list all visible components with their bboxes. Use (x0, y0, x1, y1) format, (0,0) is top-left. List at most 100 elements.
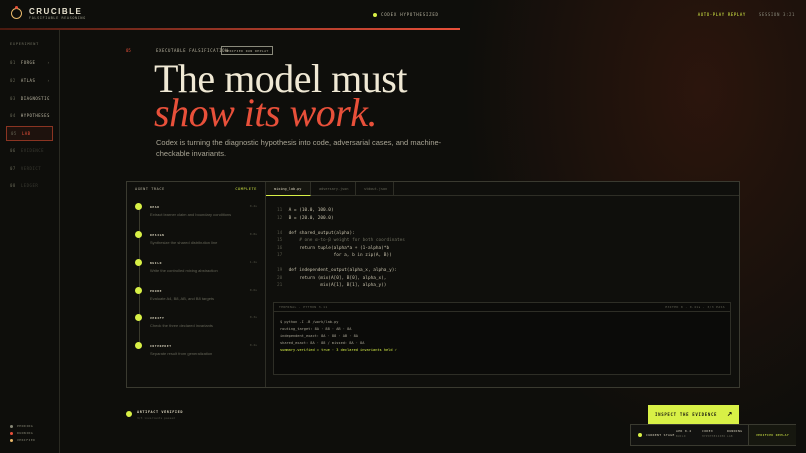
step-check-icon (135, 203, 142, 210)
dock-value: HYPOTHESIZED (702, 435, 726, 438)
trace-heading: AGENT TRACE (135, 187, 165, 191)
artifact-title: ARTIFACT VERIFIED (137, 410, 184, 414)
auto-play-replay-button[interactable]: AUTO-PLAY REPLAY (698, 12, 746, 17)
code-line: 12 B = (20.0, 200.0) (277, 215, 405, 223)
legend-running: RUNNING (10, 431, 33, 435)
terminal-line: shared_exact: 8A · 88 / missed: 8A · 8A (280, 341, 365, 345)
dock-cell: CODEX HYPOTHESIZED (702, 429, 726, 438)
verified-dot-icon (126, 411, 132, 417)
step-desc: Check the three declared invariants (150, 323, 213, 328)
top-right-controls: AUTO-PLAY REPLAY SESSION 3:21 (698, 12, 795, 17)
sidebar-item-ledger[interactable]: 08 LEDGER (6, 179, 53, 193)
code-text: return tuple(alpha*a + (1-alpha)*b (286, 245, 390, 251)
sidebar-item-label: LAB (21, 131, 31, 136)
chevron-right-icon: › (47, 78, 50, 83)
chevron-right-icon: › (47, 96, 50, 101)
cta-label: INSPECT THE EVIDENCE (655, 412, 718, 417)
terminal-status: EXITED 0 · 0.41s · 3/3 PASS (665, 305, 725, 309)
step-check-icon (135, 342, 142, 349)
code-line: 14 def shared_output(alpha): (277, 230, 405, 238)
chevron-right-icon: › (47, 60, 50, 65)
session-clock: SESSION 3:21 (758, 12, 795, 17)
terminal: TERMINAL · PYTHON 3.11 EXITED 0 · 0.41s … (273, 302, 731, 375)
eyebrow: EXECUTABLE FALSIFICATION (156, 48, 229, 53)
progress-line (0, 28, 460, 30)
brand-subtitle: FALSIFIABLE REASONING (29, 16, 86, 20)
line-number: 14 (277, 230, 283, 236)
sidebar-item-diagnostic[interactable]: 03 DIAGNOSTIC › (6, 92, 53, 106)
step-desc: Evaluate A4, B8, AB, and B8 targets (150, 296, 215, 301)
sidebar-item-verdict[interactable]: 07 VERDICT (6, 162, 53, 176)
code-text: # one α-to-β weight for both coordinates (286, 238, 405, 243)
code-editor[interactable]: 11 A = (10.0, 100.0) 12 B = (20.0, 200.0)… (277, 207, 405, 290)
dock-cell: APR 0.4 BUILD (676, 429, 691, 438)
step-meta: 0.8s (249, 232, 257, 236)
step-meta: 0.4s (249, 204, 257, 208)
code-line: 16 return tuple(alpha*a + (1-alpha)*b (277, 245, 405, 253)
line-number: 21 (277, 283, 283, 288)
sidebar-heading: EXPERIMENT (10, 42, 40, 46)
terminal-title: TERMINAL · PYTHON 3.11 (279, 305, 328, 309)
step-meta: 1.2s (249, 260, 257, 264)
step-title: PROBE (150, 289, 163, 293)
step-title: READ (150, 205, 160, 209)
code-text: def independent_output(alpha_x, alpha_y)… (286, 268, 398, 273)
page-title-line2: show its work. (154, 90, 378, 135)
step-title: VERIFY (150, 316, 165, 320)
line-number: 20 (277, 275, 283, 281)
pending-dot-icon (10, 424, 13, 428)
line-number: 17 (277, 253, 283, 258)
sidebar-item-label: LEDGER (20, 183, 39, 188)
sidebar-item-num: 07 (10, 166, 16, 171)
code-text: return (mix(A[0], B[0], alpha_x), (286, 275, 387, 281)
code-text: for a, b in zip(A, B)) (286, 253, 392, 258)
tab-mixing-lab[interactable]: mixing_lab.py (266, 182, 311, 196)
sidebar-item-forge[interactable]: 01 FORGE › (6, 56, 53, 70)
sidebar-item-label: HYPOTHESES (20, 113, 50, 118)
code-line (277, 260, 405, 268)
agent-trace: AGENT TRACE COMPLETE READ Extract learner… (127, 182, 266, 387)
dock-label: CURRENT STAGE (646, 433, 675, 437)
step-title: BUILD (150, 261, 163, 265)
legend-pending: PENDING (10, 424, 33, 428)
trace-connector (139, 208, 140, 348)
tab-adversary[interactable]: adversary.json (311, 182, 356, 196)
editor-tabs: mixing_lab.py adversary.json stdout.json (266, 182, 739, 196)
terminal-line: $ python -I -B /work/lab.py (280, 320, 339, 324)
code-text: mix(A[1], B[1], alpha_y)) (286, 283, 387, 288)
sidebar-item-num: 04 (10, 113, 16, 118)
stage-number: 05 (126, 48, 131, 53)
verified-replay-button[interactable]: VERIFIED REPLAY (748, 425, 796, 445)
dock-current-stage: CURRENT STAGE (638, 433, 675, 437)
step-title: INTERPRET (150, 344, 172, 348)
sidebar-item-hypotheses[interactable]: 04 HYPOTHESES › (6, 109, 53, 123)
sidebar-item-num: 01 (10, 60, 16, 65)
code-line: 20 return (mix(A[0], B[0], alpha_x), (277, 275, 405, 283)
sidebar-item-label: FORGE (20, 60, 36, 65)
sidebar-item-num: 05 (11, 131, 17, 136)
artifact-subtitle: 3/3 invariants passed (137, 416, 175, 420)
sidebar: EXPERIMENT 01 FORGE › 02 ATLAS › 03 DIAGNOSTI… (0, 30, 60, 453)
status-dock: CURRENT STAGE APR 0.4 BUILD CODEX HYPOTHES… (630, 424, 796, 446)
sidebar-item-lab[interactable]: 05 LAB (6, 126, 53, 141)
running-dot-icon (10, 431, 13, 435)
line-number: 11 (277, 208, 283, 213)
lab-panel: AGENT TRACE COMPLETE READ Extract learner… (126, 181, 740, 388)
inspect-evidence-button[interactable]: INSPECT THE EVIDENCE ↗ (648, 405, 739, 424)
sidebar-item-evidence[interactable]: 06 EVIDENCE (6, 144, 53, 158)
line-number: 19 (277, 268, 283, 273)
dock-value: BUILD (676, 435, 686, 438)
replay-tag: VERIFIED RUN REPLAY (221, 46, 273, 55)
legend-label: RUNNING (17, 431, 34, 435)
top-bar: CRUCIBLE FALSIFIABLE REASONING CODEX HYP… (0, 0, 806, 30)
code-text: B = (20.0, 200.0) (286, 215, 334, 221)
sidebar-item-num: 06 (10, 148, 16, 153)
step-check-icon (135, 231, 142, 238)
sidebar-item-atlas[interactable]: 02 ATLAS › (6, 74, 53, 88)
arrow-up-right-icon: ↗ (726, 409, 733, 419)
status-dot-icon (373, 13, 377, 17)
tab-stdout[interactable]: stdout.json (356, 182, 394, 196)
step-title: DESIGN (150, 233, 165, 237)
